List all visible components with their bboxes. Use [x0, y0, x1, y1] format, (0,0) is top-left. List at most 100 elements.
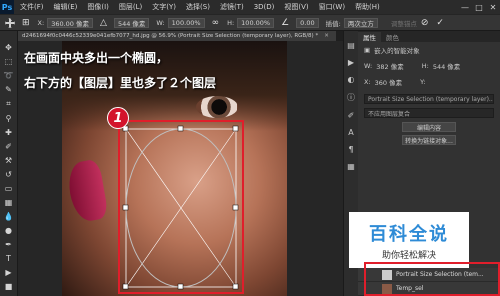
close-tab-icon[interactable]: ✕: [324, 33, 329, 39]
x-label: X:: [37, 18, 45, 27]
prop-h-label: H:: [421, 62, 429, 70]
healing-icon[interactable]: ✚: [3, 128, 15, 137]
menu-file[interactable]: 文件(F): [20, 2, 44, 12]
handle-br[interactable]: [232, 283, 239, 290]
menu-bar: Ps 文件(F) 编辑(E) 图像(I) 图层(L) 文字(Y) 选择(S) 滤…: [0, 0, 500, 14]
prop-h-value[interactable]: 544 像素: [433, 61, 460, 71]
quick-select-icon[interactable]: ✎: [3, 85, 15, 94]
menu-layer[interactable]: 图层(L): [119, 2, 142, 12]
interp-select[interactable]: 两次立方: [343, 17, 378, 28]
handle-ml[interactable]: [122, 204, 129, 211]
canvas-area[interactable]: 在画面中央多出一个椭圆， 右下方的【图层】里也多了２个图层 1: [18, 41, 343, 296]
stamp-icon[interactable]: ⚒: [3, 156, 15, 165]
minimize-button[interactable]: —: [458, 0, 472, 14]
paragraph-icon[interactable]: ¶: [348, 145, 353, 154]
window-controls: — □ ✕: [458, 0, 500, 14]
menu-window[interactable]: 窗口(W): [319, 2, 345, 12]
document-title: d2461694f0c0446c52339e041efb7077_hd.jpg …: [22, 33, 319, 39]
marquee-icon[interactable]: ⬚: [3, 57, 15, 66]
handle-mr[interactable]: [232, 204, 239, 211]
warp-toggle[interactable]: 调整锚点: [391, 18, 417, 28]
layer-name-field[interactable]: Portrait Size Selection (temporary layer…: [364, 94, 494, 104]
info-icon[interactable]: ⓘ: [347, 92, 355, 103]
tab-properties[interactable]: 属性: [358, 32, 381, 42]
type-icon[interactable]: T: [3, 254, 15, 263]
interp-label: 插值:: [325, 19, 341, 28]
tab-color[interactable]: 颜色: [381, 32, 404, 42]
pen-icon[interactable]: ✒: [3, 240, 15, 249]
prop-y-label: Y:: [420, 78, 426, 86]
cancel-transform-icon[interactable]: ⊘: [421, 18, 429, 28]
photoshop-logo: Ps: [0, 0, 14, 14]
menu-edit[interactable]: 编辑(E): [54, 2, 78, 12]
link-icon[interactable]: ∞: [212, 18, 220, 28]
watermark-subtitle: 助你轻松解决: [381, 250, 436, 261]
maximize-button[interactable]: □: [472, 0, 486, 14]
history-brush-icon[interactable]: ↺: [3, 170, 15, 179]
commit-transform-icon[interactable]: ✓: [436, 18, 444, 28]
annotation-line-2: 右下方的【图层】里也多了２个图层: [24, 76, 217, 90]
prop-w-label: W:: [364, 62, 373, 70]
edit-contents-button[interactable]: 编辑内容: [402, 122, 456, 132]
watermark-title: 百科全说: [369, 223, 449, 245]
reference-point-icon[interactable]: ⊞: [22, 18, 30, 28]
tools-panel: ✥ ⬚ ➰ ✎ ⌗ ⚲ ✚ ✐ ⚒ ↺ ▭ ▦ 💧 ● ✒ T ▶ ■ ✋: [0, 31, 18, 296]
move-tool-icon[interactable]: [2, 15, 18, 30]
shape-icon[interactable]: ■: [3, 282, 15, 291]
w-field[interactable]: 100.00%: [167, 17, 205, 28]
smart-object-label: 嵌入的智能对象: [374, 47, 420, 55]
dodge-icon[interactable]: ●: [3, 226, 15, 235]
options-bar: ⊞ X: 360.00 像素 △ 544 像素 W: 100.00% ∞ H: …: [0, 14, 500, 31]
blur-icon[interactable]: 💧: [3, 212, 15, 221]
menu-image[interactable]: 图像(I): [87, 2, 109, 12]
h-label: H:: [227, 18, 235, 27]
prop-w-value[interactable]: 382 像素: [376, 61, 403, 71]
y-field[interactable]: 544 像素: [113, 17, 150, 28]
smart-object-icon: ▣: [364, 46, 371, 54]
annotation-line-1: 在画面中央多出一个椭圆，: [24, 51, 169, 65]
move-icon[interactable]: ✥: [3, 43, 15, 52]
eraser-icon[interactable]: ▭: [3, 184, 15, 193]
handle-tm[interactable]: [177, 125, 184, 132]
layer-comp-select[interactable]: 不应用图层复合: [364, 108, 494, 118]
prop-x-label: X:: [364, 78, 371, 86]
menu-select[interactable]: 选择(S): [186, 2, 210, 12]
delta-icon[interactable]: △: [100, 18, 107, 28]
menu-help[interactable]: 帮助(H): [355, 2, 380, 12]
path-select-icon[interactable]: ▶: [3, 268, 15, 277]
gradient-icon[interactable]: ▦: [3, 198, 15, 207]
character-icon[interactable]: A: [348, 128, 353, 137]
history-icon[interactable]: ▤: [347, 41, 355, 50]
handle-tr[interactable]: [232, 125, 239, 132]
layers-highlight-box: [364, 262, 500, 296]
menu-3d[interactable]: 3D(D): [254, 3, 275, 11]
w-label: W:: [156, 18, 165, 27]
swatch-icon[interactable]: ▦: [347, 162, 355, 171]
document-tab[interactable]: d2461694f0c0446c52339e041efb7077_hd.jpg …: [18, 31, 336, 41]
crop-icon[interactable]: ⌗: [3, 99, 15, 109]
menu-filter[interactable]: 滤镜(T): [220, 2, 244, 12]
position-row: X: 360 像素 Y:: [358, 74, 500, 90]
handle-bm[interactable]: [177, 283, 184, 290]
size-row: W: 382 像素 H: 544 像素: [358, 58, 500, 74]
eyedropper-icon[interactable]: ⚲: [3, 114, 15, 123]
handle-bl[interactable]: [122, 283, 129, 290]
step-badge: 1: [107, 107, 129, 129]
adjust-icon[interactable]: ◐: [348, 75, 355, 84]
watermark: 百科全说 助你轻松解决: [349, 212, 469, 268]
properties-tabs: 属性 颜色: [358, 31, 500, 42]
x-field[interactable]: 360.00 像素: [47, 17, 94, 28]
convert-to-linked-button[interactable]: 转换为链接对象...: [402, 135, 456, 145]
highlight-box: [118, 120, 244, 294]
brush-icon[interactable]: ✐: [3, 142, 15, 151]
menu-type[interactable]: 文字(Y): [152, 2, 176, 12]
actions-icon[interactable]: ▶: [348, 58, 354, 67]
angle-icon: ∠: [281, 17, 290, 28]
angle-field[interactable]: 0.00: [296, 17, 319, 28]
prop-x-value[interactable]: 360 像素: [375, 77, 402, 87]
menu-view[interactable]: 视图(V): [284, 2, 308, 12]
h-field[interactable]: 100.00%: [237, 17, 275, 28]
close-window-button[interactable]: ✕: [486, 0, 500, 14]
brush-settings-icon[interactable]: ✐: [348, 111, 355, 120]
lasso-icon[interactable]: ➰: [3, 71, 15, 80]
